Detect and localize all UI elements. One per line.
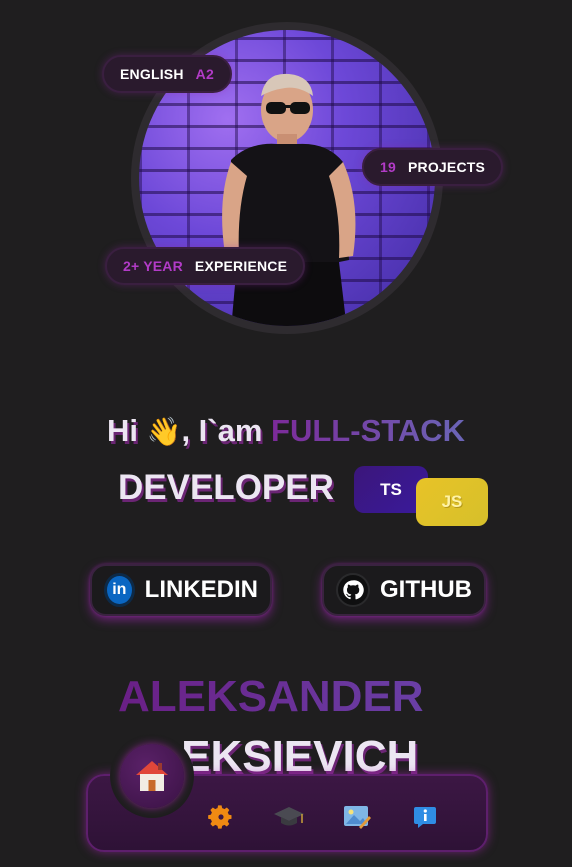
greeting-text: Hi bbox=[106, 413, 138, 448]
intro-text: , I`am bbox=[181, 413, 263, 448]
waving-hand-icon: 👋 bbox=[146, 416, 182, 447]
javascript-chip: JS bbox=[416, 478, 488, 526]
projects-label: PROJECTS bbox=[407, 159, 486, 175]
gear-icon[interactable] bbox=[204, 800, 238, 834]
home-icon bbox=[120, 744, 184, 808]
english-value: A2 bbox=[195, 66, 214, 82]
projects-count-badge: 19 PROJECTS bbox=[362, 148, 504, 186]
projects-value: 19 bbox=[380, 159, 396, 175]
first-name: ALEKSANDER bbox=[118, 672, 424, 721]
linkedin-button[interactable]: in LINKEDIN bbox=[90, 564, 272, 616]
role-title: DEVELOPER bbox=[118, 468, 334, 507]
english-label: ENGLISH bbox=[120, 66, 184, 82]
experience-value: 2+ YEAR bbox=[123, 258, 183, 274]
github-button[interactable]: GITHUB bbox=[322, 564, 486, 616]
info-icon[interactable] bbox=[408, 800, 442, 834]
experience-label: EXPERIENCE bbox=[194, 258, 288, 274]
github-label: GITHUB bbox=[380, 576, 472, 603]
gallery-icon[interactable] bbox=[340, 800, 374, 834]
hero-headline: Hi 👋, I`am FULL-STACK bbox=[0, 413, 572, 449]
english-level-badge: ENGLISH A2 bbox=[102, 55, 232, 93]
linkedin-icon: in bbox=[104, 573, 135, 607]
role-accent: FULL-STACK bbox=[271, 413, 466, 448]
graduation-cap-icon[interactable] bbox=[272, 800, 306, 834]
github-icon bbox=[336, 573, 370, 607]
experience-badge: 2+ YEAR EXPERIENCE bbox=[105, 247, 306, 285]
linkedin-label: LINKEDIN bbox=[144, 576, 258, 603]
home-button[interactable] bbox=[110, 734, 194, 818]
